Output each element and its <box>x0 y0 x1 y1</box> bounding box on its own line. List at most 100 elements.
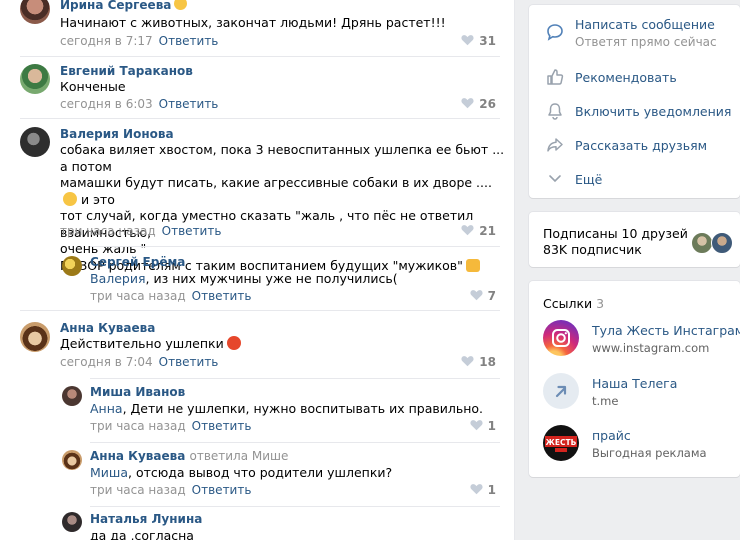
heart-icon <box>470 484 483 495</box>
like-button[interactable]: 1 <box>470 483 496 497</box>
mention-link[interactable]: Анна <box>90 401 123 416</box>
comment-author[interactable]: Евгений Тараканов <box>60 64 193 78</box>
link-title[interactable]: Наша Телега <box>592 376 677 391</box>
comment-author[interactable]: Анна Куваева <box>60 321 155 335</box>
comment-text: Конченые <box>60 79 126 94</box>
comment-time[interactable]: сегодня в 6:03 <box>60 97 153 111</box>
heart-icon <box>461 356 474 367</box>
subscribers-card[interactable]: Подписаны 10 друзей 83K подписчик <box>529 212 740 267</box>
avatar[interactable] <box>20 64 50 94</box>
mention-link[interactable]: Миша <box>90 465 128 480</box>
subscribers-info[interactable]: Подписаны 10 друзей 83K подписчик <box>543 226 688 258</box>
bell-icon <box>548 103 562 120</box>
link-price[interactable]: ЖЕСТЬ прайс Выгодная реклама <box>529 425 740 469</box>
comment-meta: сегодня в 7:04 Ответить <box>60 355 218 369</box>
friend-avatar[interactable] <box>711 232 733 254</box>
link-title[interactable]: Тула Жесть Инстаграм <box>592 323 740 338</box>
avatar[interactable] <box>20 127 50 157</box>
link-title[interactable]: прайс <box>592 428 631 443</box>
reply-link[interactable]: Ответить <box>162 224 222 238</box>
smile-emoji-icon <box>174 0 188 10</box>
heart-icon <box>470 420 483 431</box>
angry-emoji-icon <box>226 336 241 350</box>
like-button[interactable]: 26 <box>461 97 496 111</box>
comment-meta: сегодня в 7:17 Ответить <box>60 34 218 48</box>
comment-time[interactable]: три часа назад <box>90 483 186 497</box>
comment-author[interactable]: Ирина Сергеева <box>60 0 188 12</box>
thumbs-down-icon <box>465 258 480 272</box>
comment-author[interactable]: Валерия Ионова <box>60 127 174 141</box>
comment-author[interactable]: Сергей Ерёма <box>90 255 185 269</box>
write-message-label[interactable]: Написать сообщение <box>575 17 715 32</box>
like-button[interactable]: 7 <box>470 289 496 303</box>
comment-time[interactable]: сегодня в 7:17 <box>60 34 153 48</box>
reply-to-label: ответила Мише <box>189 449 289 463</box>
friend-avatar[interactable] <box>691 232 713 254</box>
notifications-action[interactable]: Включить уведомления <box>529 99 740 125</box>
confused-emoji-icon <box>63 191 77 206</box>
mention-link[interactable]: Валерия <box>90 271 146 286</box>
comment-meta: три часа назад Ответить <box>90 289 251 303</box>
comment-author[interactable]: Анна Куваева ответила Мише <box>90 449 288 463</box>
links-card: Ссылки 3 Тула Жесть Инстаграм www.instagr… <box>529 281 740 477</box>
avatar[interactable] <box>20 322 50 352</box>
reply-link[interactable]: Ответить <box>192 289 252 303</box>
comment-time[interactable]: три часа назад <box>90 289 186 303</box>
comment-author[interactable]: Миша Иванов <box>90 385 185 399</box>
avatar[interactable] <box>62 386 82 406</box>
link-url: t.me <box>592 394 619 408</box>
comment-text: Начинают с животных, закончат людьми! Др… <box>60 15 446 30</box>
avatar[interactable] <box>62 256 82 276</box>
instagram-icon <box>543 320 579 356</box>
share-label[interactable]: Рассказать друзьям <box>575 138 707 153</box>
avatar[interactable] <box>62 512 82 532</box>
recommend-label[interactable]: Рекомендовать <box>575 70 677 85</box>
avatar[interactable] <box>62 450 82 470</box>
telegram-link-icon <box>543 373 579 409</box>
heart-icon <box>470 290 483 301</box>
reply-link[interactable]: Ответить <box>192 419 252 433</box>
heart-icon <box>461 225 474 236</box>
divider <box>20 56 500 57</box>
link-instagram[interactable]: Тула Жесть Инстаграм www.instagram.com <box>529 320 740 364</box>
like-button[interactable]: 31 <box>461 34 496 48</box>
recommend-action[interactable]: Рекомендовать <box>529 65 740 91</box>
like-button[interactable]: 21 <box>461 224 496 238</box>
friends-subscribed: Подписаны 10 друзей <box>543 226 688 241</box>
message-icon <box>547 24 563 41</box>
link-telegram[interactable]: Наша Телега t.me <box>529 373 740 417</box>
reply-link[interactable]: Ответить <box>192 483 252 497</box>
comment-text: Валерия, из них мужчины уже не получилис… <box>90 271 398 286</box>
svg-text:ЖЕСТЬ: ЖЕСТЬ <box>546 438 577 447</box>
comment-author[interactable]: Наталья Лунина <box>90 512 202 526</box>
heart-icon <box>461 35 474 46</box>
avatar[interactable] <box>20 0 50 24</box>
chevron-down-icon <box>549 175 561 183</box>
share-action[interactable]: Рассказать друзьям <box>529 133 740 159</box>
comment-time[interactable]: три часа назад <box>90 419 186 433</box>
comment-meta: три часа назад Ответить <box>60 224 221 238</box>
actions-card: Написать сообщение Ответят прямо сейчас … <box>529 5 740 198</box>
like-icon <box>547 69 564 85</box>
notifications-label[interactable]: Включить уведомления <box>575 104 731 119</box>
comments-panel: Ирина Сергеева Начинают с животных, зако… <box>0 0 515 540</box>
more-label[interactable]: Ещё <box>575 172 602 187</box>
reply-link[interactable]: Ответить <box>159 34 219 48</box>
divider <box>90 506 500 507</box>
like-button[interactable]: 18 <box>461 355 496 369</box>
comment-time[interactable]: сегодня в 7:04 <box>60 355 153 369</box>
more-action[interactable]: Ещё <box>529 167 740 193</box>
like-button[interactable]: 1 <box>470 419 496 433</box>
reply-link[interactable]: Ответить <box>159 355 219 369</box>
write-message-action[interactable]: Написать сообщение Ответят прямо сейчас <box>529 13 740 51</box>
link-url: Выгодная реклама <box>592 446 707 460</box>
links-header[interactable]: Ссылки 3 <box>543 296 604 311</box>
comment-text: да да ,согласна <box>90 528 194 540</box>
divider <box>90 442 500 443</box>
comment-text: Миша, отсюда вывод что родители ушлепки? <box>90 465 393 480</box>
comment-time[interactable]: три часа назад <box>60 224 156 238</box>
reply-link[interactable]: Ответить <box>159 97 219 111</box>
divider <box>90 378 500 379</box>
subscriber-count: 83K подписчик <box>543 242 642 257</box>
comment-text: Действительно ушлепки <box>60 336 241 353</box>
